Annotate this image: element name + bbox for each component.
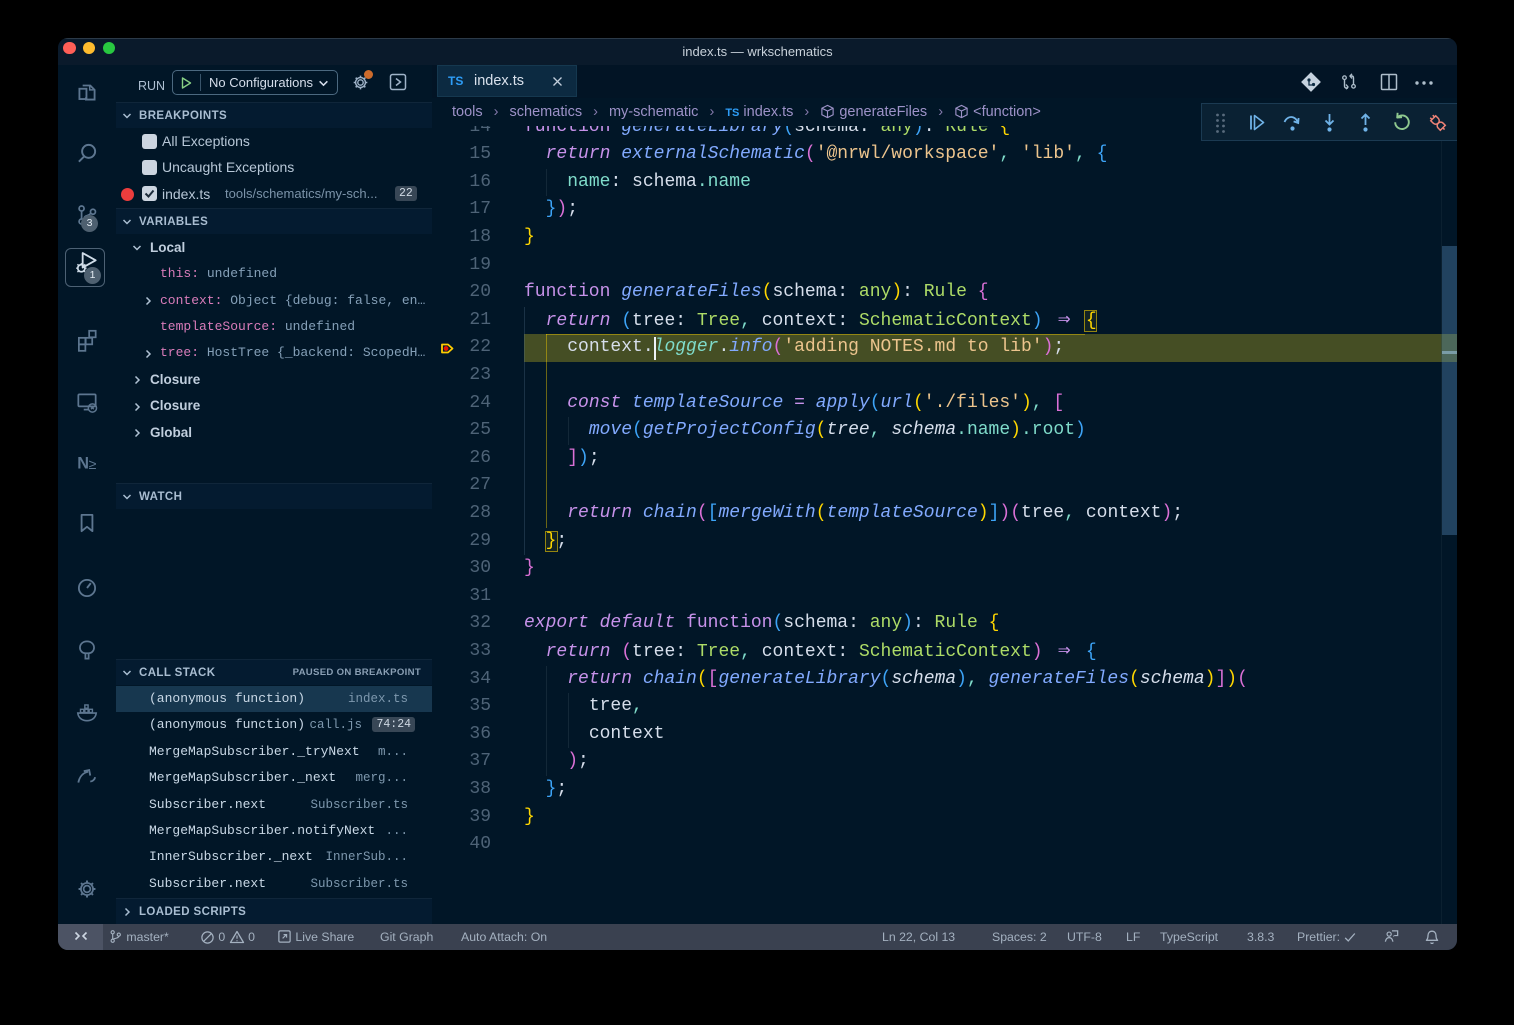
svg-text:N: N [77,455,89,473]
svg-text:≥: ≥ [89,456,97,472]
